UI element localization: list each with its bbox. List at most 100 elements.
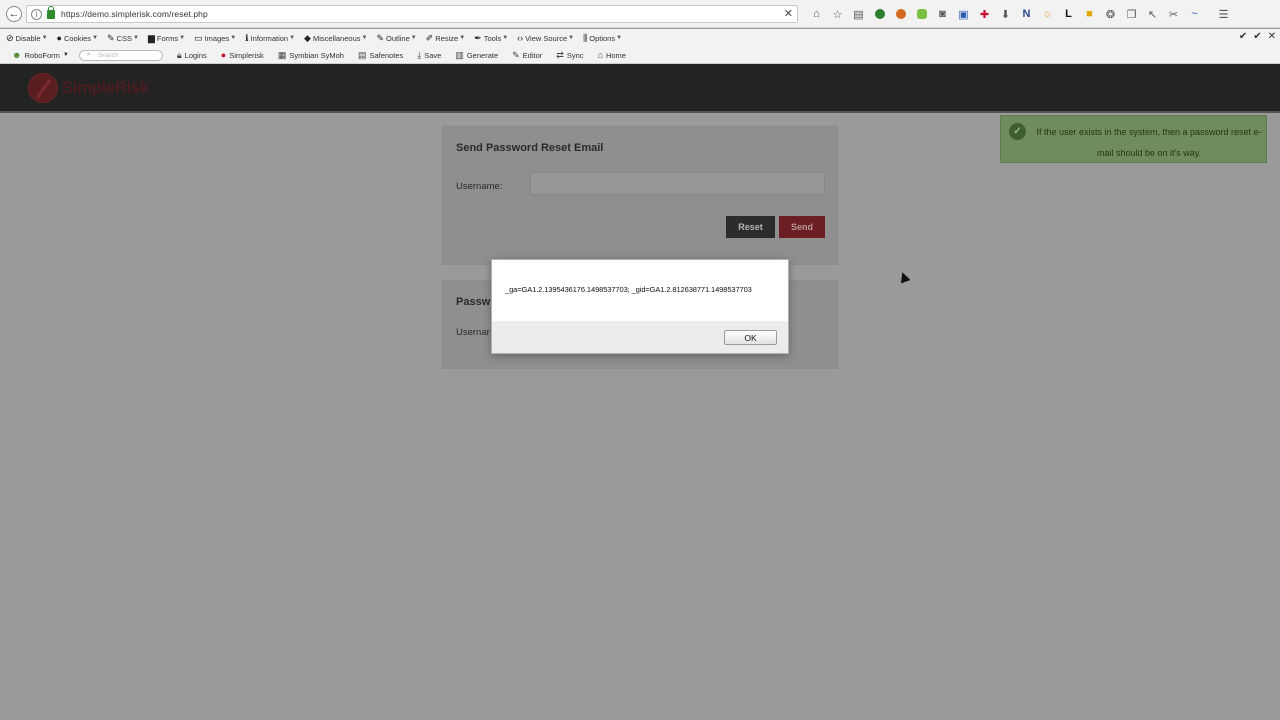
devbar-status: ✔ ✔ ✕ [1239, 31, 1276, 42]
bookmark-simplerisk[interactable]: ● Simplerisk [221, 50, 264, 60]
ok-button[interactable]: OK [724, 330, 777, 345]
wrench-icon: ✒ [474, 32, 482, 43]
chevron-down-icon: ▼ [62, 52, 69, 58]
alert-body: _ga=GA1.2.1395436176.1498537703; _gid=GA… [492, 260, 788, 321]
bookmark-save[interactable]: ⤓ Save [417, 50, 441, 61]
chevron-down-icon: ▼ [459, 35, 466, 41]
image-icon: ▭ [194, 32, 203, 43]
send-button[interactable]: Send [779, 216, 825, 238]
sync-wave-icon[interactable]: ~ [1184, 6, 1205, 22]
bookmark-editor[interactable]: ✎ Editor [512, 50, 542, 61]
bookmark-symbian-symoh[interactable]: ▦ Symbian SyMoh [278, 50, 344, 61]
chevron-down-icon: ▼ [132, 35, 139, 41]
card-title: Passw [456, 296, 491, 308]
code-brackets-icon: ‹› [517, 33, 524, 43]
wolfram-icon[interactable]: ❂ [1100, 6, 1121, 22]
page-icon[interactable]: ❐ [1121, 6, 1142, 22]
roboform-search-input[interactable]: ⌕ Search [78, 49, 163, 61]
pocket-icon[interactable]: ◙ [932, 6, 953, 22]
resize-icon: ✐ [425, 32, 434, 43]
generate-icon: ▥ [455, 49, 464, 60]
search-icon: ⌕ [86, 50, 91, 58]
toast-message: If the user exists in the system, then a… [1036, 127, 1262, 158]
simplerisk-logo-icon: ● [220, 50, 227, 60]
browser-url-row: ← i https://demo.simplerisk.com/reset.ph… [0, 0, 1280, 28]
bookmark-home[interactable]: ⌂ Home [598, 50, 626, 60]
devbar-images[interactable]: ▭ Images ▼ [194, 33, 236, 44]
chevron-down-icon: ▼ [230, 35, 237, 41]
bookmark-page-icon: ▦ [277, 49, 287, 60]
extension-orange-icon[interactable] [890, 6, 911, 22]
card-title: Send Password Reset Email [456, 142, 604, 154]
reading-list-icon[interactable]: ▤ [848, 6, 869, 22]
chevron-down-icon: ▼ [179, 35, 186, 41]
back-arrow-icon[interactable]: ← [6, 5, 22, 22]
lock-icon: 🔒︎ [176, 49, 182, 60]
lock-icon [47, 5, 55, 19]
bookmark-generate[interactable]: ▥ Generate [455, 50, 498, 61]
info-icon[interactable]: i [31, 8, 42, 20]
roboform-icon: ☻ [12, 50, 22, 60]
onenote-icon[interactable]: N [1016, 6, 1037, 22]
devbar-forms[interactable]: ▆ Forms ▼ [148, 33, 185, 44]
miscellaneous-icon: ◆ [304, 32, 311, 43]
bookmark-safenotes[interactable]: ▤ Safenotes [358, 50, 403, 61]
check-circle-icon: ✓ [1009, 123, 1026, 140]
chevron-down-icon: ▼ [410, 35, 417, 41]
home-icon[interactable]: ⌂ [806, 6, 827, 22]
extension-lime-icon[interactable] [911, 6, 932, 22]
chevron-down-icon: ▼ [41, 35, 48, 41]
forms-icon: ▆ [147, 32, 155, 43]
bookmark-star-icon[interactable]: ☆ [827, 6, 848, 22]
save-disk-icon[interactable]: ▣ [953, 6, 974, 22]
close-icon[interactable]: ✕ [1268, 31, 1276, 42]
extension-green-icon[interactable] [869, 6, 890, 22]
hamburger-menu-icon[interactable]: ☰ [1213, 6, 1234, 22]
chevron-down-icon: ▼ [568, 35, 575, 41]
username-input[interactable] [530, 172, 825, 195]
reset-button[interactable]: Reset [726, 216, 775, 238]
username-label: Username: [456, 181, 503, 192]
devbar-tools[interactable]: ✒ Tools ▼ [474, 33, 508, 44]
roboform-menu[interactable]: ☻ RoboForm ▼ [12, 50, 69, 60]
chevron-down-icon: ▼ [92, 35, 99, 41]
simplerisk-logo-icon[interactable] [28, 73, 58, 103]
folder-icon[interactable]: ■ [1079, 6, 1100, 22]
scissors-icon[interactable]: ✂ [1163, 6, 1184, 22]
lastpass-icon[interactable]: L [1058, 6, 1079, 22]
alert-message: _ga=GA1.2.1395436176.1498537703; _gid=GA… [505, 285, 752, 294]
sync-icon: ⇄ [556, 49, 564, 60]
address-bar[interactable]: i https://demo.simplerisk.com/reset.php … [26, 5, 798, 23]
devbar-miscellaneous[interactable]: ◆ Miscellaneous ▼ [304, 33, 367, 44]
bookmarks-toolbar: ☻ RoboForm ▼ ⌕ Search 🔒︎ Logins ● Simplerisk … [0, 47, 1280, 64]
browser-toolbar: ⌂ ☆ ▤ ◙ ▣ ✚ ⬇ N ☼ L ■ ❂ ❐ ↖ ✂ ~ ☰ [806, 6, 1234, 22]
devbar-information[interactable]: ℹ Information ▼ [245, 33, 295, 44]
check-icon[interactable]: ✔ [1239, 31, 1247, 42]
success-toast: ✓ If the user exists in the system, then… [1000, 115, 1267, 163]
sun-icon[interactable]: ☼ [1037, 6, 1058, 22]
extension-red-cross-icon[interactable]: ✚ [974, 6, 995, 22]
devbar-cookies[interactable]: ● Cookies ▼ [57, 33, 99, 43]
cursor-tool-icon[interactable]: ↖ [1142, 6, 1163, 22]
chevron-down-icon: ▼ [289, 35, 296, 41]
devbar-view-source[interactable]: ‹› View Source ▼ [517, 33, 574, 43]
cookie-user-icon: ● [56, 33, 62, 43]
home-icon: ⌂ [597, 50, 603, 60]
alert-dialog: _ga=GA1.2.1395436176.1498537703; _gid=GA… [491, 259, 789, 354]
url-text[interactable]: https://demo.simplerisk.com/reset.php [61, 9, 208, 19]
devbar-outline[interactable]: ✎ Outline ▼ [376, 33, 416, 44]
devbar-resize[interactable]: ✐ Resize ▼ [426, 33, 465, 44]
web-developer-toolbar: ⊘ Disable ▼ ● Cookies ▼ ✎ CSS ▼ ▆ Forms ▼ ▭ Image… [0, 29, 1280, 47]
bookmark-sync[interactable]: ⇄ Sync [556, 50, 583, 61]
devbar-options[interactable]: ⫼ Options ▼ [583, 33, 622, 44]
disable-icon: ⊘ [6, 32, 14, 43]
bookmark-logins[interactable]: 🔒︎ Logins [177, 50, 207, 61]
devbar-disable[interactable]: ⊘ Disable ▼ [6, 33, 48, 44]
devbar-css[interactable]: ✎ CSS ▼ [107, 33, 139, 44]
css-pencil-icon: ✎ [107, 32, 115, 43]
close-icon[interactable]: ✕ [784, 7, 793, 20]
check-icon[interactable]: ✔ [1253, 31, 1261, 42]
download-icon[interactable]: ⬇ [995, 6, 1016, 22]
logo-text[interactable]: SimpleRisk [62, 78, 149, 98]
username-label: Usernar [456, 327, 490, 338]
